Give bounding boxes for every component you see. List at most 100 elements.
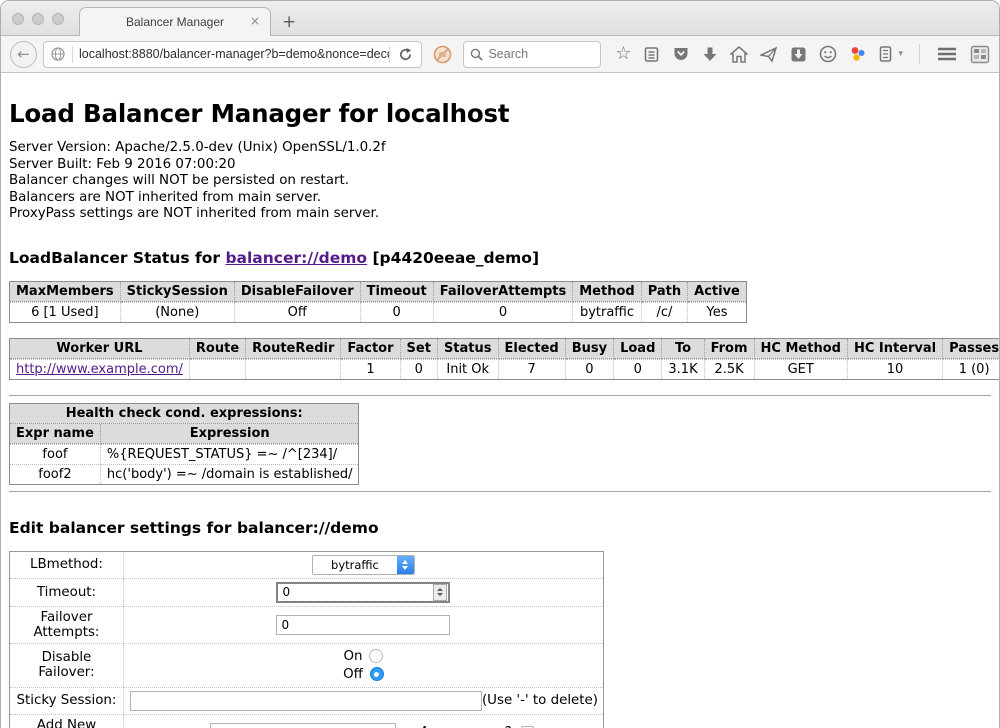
column-header: Active [688, 282, 746, 302]
column-header: Load [614, 339, 662, 359]
column-header: To [662, 339, 704, 359]
column-header: HC Interval [848, 339, 943, 359]
tab-title: Balancer Manager [126, 15, 224, 29]
share-plane-icon[interactable] [760, 46, 778, 63]
browser-window: Balancer Manager × + ← localhost:8880/ba… [0, 0, 1000, 728]
health-check-table: Health check cond. expressions: Expr nam… [9, 403, 359, 485]
timeout-input[interactable]: 0 [276, 582, 450, 603]
table-row: 6 [1 Used] (None) Off 0 0 bytraffic /c/ … [10, 302, 746, 322]
column-header: Timeout [361, 282, 434, 302]
server-built-line: Server Built: Feb 9 2016 07:00:20 [9, 157, 991, 174]
chevron-down-icon[interactable]: ▾ [898, 49, 903, 59]
table-row: foof %{REQUEST_STATUS} =~ /^[234]/ [10, 444, 358, 464]
balancer-settings-form: LBmethod: bytraffic Timeout: 0 [9, 551, 604, 728]
tab-close-icon[interactable]: × [250, 15, 260, 27]
cell-set: 0 [401, 359, 438, 379]
titlebar: Balancer Manager × + [1, 1, 999, 36]
note-line: Balancers are NOT inherited from main se… [9, 190, 991, 207]
cell-hc-interval: 10 [848, 359, 943, 379]
downloads-icon[interactable] [702, 46, 718, 63]
cell-method: bytraffic [573, 302, 641, 322]
table-header-row: Expr name Expression [10, 424, 358, 444]
container-icon[interactable] [879, 45, 892, 63]
worker-table: Worker URL Route RouteRedir Factor Set S… [9, 338, 1000, 380]
table-title-row: Health check cond. expressions: [10, 404, 358, 424]
new-tab-button[interactable]: + [282, 14, 296, 31]
lbmethod-selected-value: bytraffic [313, 556, 397, 574]
column-header: Busy [566, 339, 614, 359]
column-header: Passes [943, 339, 1000, 359]
cell-active: Yes [688, 302, 746, 322]
toolbar-separator [919, 44, 920, 64]
column-header: Elected [499, 339, 566, 359]
zoom-window-button[interactable] [52, 13, 64, 25]
cell-route [190, 359, 246, 379]
hello-smiley-icon[interactable] [819, 45, 837, 63]
disable-failover-off-radio[interactable] [370, 667, 384, 681]
panel-download-icon[interactable] [790, 46, 807, 63]
disable-failover-label: Disable Failover: [10, 643, 124, 687]
cell-to: 3.1K [662, 359, 704, 379]
tab-groups-icon[interactable] [970, 45, 990, 64]
column-header: FailoverAttempts [434, 282, 574, 302]
lbmethod-select[interactable]: bytraffic [312, 555, 415, 575]
page-title: Load Balancer Manager for localhost [9, 99, 991, 128]
add-worker-input[interactable] [210, 723, 396, 728]
add-worker-label: Add New Worker: [10, 714, 124, 728]
cell-passes: 1 (0) [943, 359, 1000, 379]
minimize-window-button[interactable] [32, 13, 44, 25]
pocket-icon[interactable] [672, 45, 690, 63]
url-bar[interactable]: localhost:8880/balancer-manager?b=demo&n… [43, 41, 422, 68]
column-header: HC Method [755, 339, 848, 359]
status-heading-suffix: [p4420eeae_demo] [367, 249, 539, 267]
balancer-status-table: MaxMembers StickySession DisableFailover… [9, 281, 747, 323]
url-text: localhost:8880/balancer-manager?b=demo&n… [73, 47, 389, 61]
tab-balancer-manager[interactable]: Balancer Manager × [79, 7, 271, 36]
column-header: Factor [341, 339, 400, 359]
menu-hamburger-icon[interactable] [936, 46, 958, 62]
radio-off-label: Off [343, 667, 363, 682]
cell-failoverattempts: 0 [434, 302, 574, 322]
number-spinner-icon[interactable] [433, 584, 447, 601]
lbmethod-label: LBmethod: [10, 551, 124, 578]
status-heading-prefix: LoadBalancer Status for [9, 249, 225, 267]
timeout-label: Timeout: [10, 578, 124, 606]
navigation-toolbar: ← localhost:8880/balancer-manager?b=demo… [1, 36, 999, 73]
cell-busy: 0 [566, 359, 614, 379]
column-header: Route [190, 339, 246, 359]
cell-timeout: 0 [361, 302, 434, 322]
cell-stickysession: (None) [121, 302, 235, 322]
bookmark-star-icon[interactable]: ☆ [615, 45, 631, 63]
reload-icon[interactable] [390, 47, 421, 62]
note-line: ProxyPass settings are NOT inherited fro… [9, 206, 991, 223]
failover-attempts-input[interactable]: 0 [276, 615, 450, 635]
close-window-button[interactable] [12, 13, 24, 25]
sticky-session-hint: (Use '-' to delete) [482, 693, 599, 708]
disable-failover-on-radio[interactable] [369, 649, 383, 663]
cell-worker-url: http://www.example.com/ [10, 359, 190, 379]
column-header: From [705, 339, 755, 359]
cell-load: 0 [614, 359, 662, 379]
sticky-session-input[interactable] [130, 691, 482, 711]
search-bar[interactable]: Search [463, 41, 601, 68]
cell-expression: hc('body') =~ /domain is established/ [101, 464, 359, 484]
reading-list-icon[interactable] [643, 46, 660, 63]
column-header: Status [438, 339, 499, 359]
worker-url-link[interactable]: http://www.example.com/ [16, 362, 183, 377]
radio-on-label: On [343, 649, 362, 664]
content-blocked-icon[interactable] [433, 45, 452, 64]
sticky-session-label: Sticky Session: [10, 687, 124, 714]
site-identity-globe-icon[interactable] [44, 46, 72, 62]
cell-maxmembers: 6 [1 Used] [10, 302, 121, 322]
cell-hc-method: GET [755, 359, 848, 379]
page-content: Load Balancer Manager for localhost Serv… [1, 99, 999, 728]
extension-colored-dots-icon[interactable] [849, 45, 867, 63]
window-controls [12, 13, 64, 25]
balancer-demo-link[interactable]: balancer://demo [225, 249, 367, 267]
back-button[interactable]: ← [10, 41, 37, 68]
column-header: MaxMembers [10, 282, 121, 302]
search-input[interactable]: Search [488, 47, 528, 61]
cell-routeredir [246, 359, 341, 379]
home-icon[interactable] [730, 46, 748, 63]
column-header: Worker URL [10, 339, 190, 359]
